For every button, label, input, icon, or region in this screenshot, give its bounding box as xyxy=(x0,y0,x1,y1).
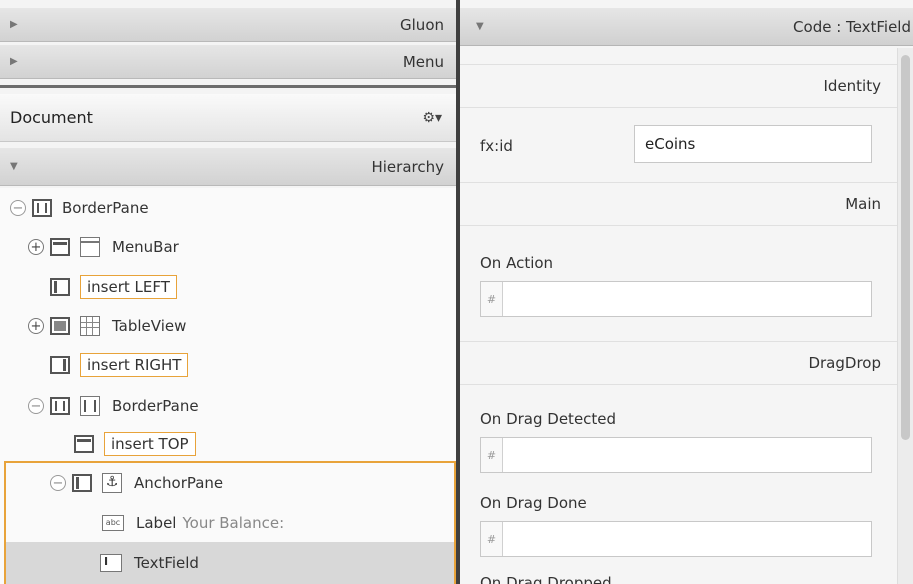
tree-row-textfield[interactable]: I TextField xyxy=(0,544,456,582)
document-title: Document xyxy=(10,108,93,127)
tree-node-label: AnchorPane xyxy=(134,474,224,492)
tree-row-borderpane[interactable]: − BorderPane xyxy=(0,189,456,227)
tree-node-label: TextField xyxy=(134,554,199,572)
on-action-input[interactable]: # xyxy=(480,281,872,317)
tree-row-anchorpane[interactable]: − ⚓ AnchorPane xyxy=(0,464,456,502)
identity-section-title: Identity xyxy=(460,64,897,108)
expand-toggle-icon[interactable]: + xyxy=(28,318,44,334)
gear-menu-icon[interactable]: ⚙▾ xyxy=(422,110,442,126)
textfield-icon: I xyxy=(100,554,122,572)
on-drag-detected-label: On Drag Detected xyxy=(480,410,617,428)
label-text-preview: Your Balance: xyxy=(182,514,285,532)
tree-row-menubar[interactable]: + MenuBar xyxy=(0,228,456,266)
hierarchy-header-title: Hierarchy xyxy=(371,157,444,176)
insert-top-placeholder[interactable]: insert TOP xyxy=(104,432,196,456)
code-section-header[interactable]: ▼ Code : TextField xyxy=(460,8,913,46)
hash-icon: # xyxy=(481,438,503,472)
position-bottom-icon xyxy=(50,397,70,415)
collapsed-arrow-icon: ▶ xyxy=(10,56,18,67)
insert-left-placeholder[interactable]: insert LEFT xyxy=(80,275,177,299)
tree-row-label[interactable]: abc Label Your Balance: xyxy=(0,504,456,542)
anchor-icon: ⚓ xyxy=(102,473,122,493)
tree-row-insert-right[interactable]: insert RIGHT xyxy=(0,346,456,384)
main-section-title: Main xyxy=(460,182,897,226)
position-top-icon xyxy=(50,238,70,256)
tree-row-insert-left[interactable]: insert LEFT xyxy=(0,268,456,306)
expanded-arrow-icon: ▼ xyxy=(10,161,18,172)
tree-row-tableview[interactable]: + TableView xyxy=(0,307,456,345)
on-action-field[interactable] xyxy=(503,282,871,316)
panel-separator[interactable] xyxy=(0,85,456,88)
collapse-toggle-icon[interactable]: − xyxy=(10,200,26,216)
expand-toggle-icon[interactable]: + xyxy=(28,239,44,255)
tree-node-label: MenuBar xyxy=(112,238,179,256)
fxid-input[interactable]: eCoins xyxy=(634,125,872,163)
label-icon: abc xyxy=(102,515,124,531)
on-action-label: On Action xyxy=(480,254,554,272)
gluon-library-header[interactable]: ▶ Gluon xyxy=(0,8,456,42)
hash-icon: # xyxy=(481,522,503,556)
hierarchy-tree: − BorderPane + MenuBar insert LEFT + Tab… xyxy=(0,188,456,584)
insert-right-placeholder[interactable]: insert RIGHT xyxy=(80,353,189,377)
on-drag-done-input[interactable]: # xyxy=(480,521,872,557)
inspector-panel: ▼ Code : TextField Identity fx:id eCoins… xyxy=(460,0,913,584)
gluon-header-title: Gluon xyxy=(400,15,444,34)
tree-row-insert-top[interactable]: insert TOP xyxy=(0,425,456,463)
position-center-icon xyxy=(72,474,92,492)
menu-header-title: Menu xyxy=(402,52,444,71)
on-drag-dropped-label: On Drag Dropped xyxy=(480,574,612,584)
on-drag-done-label: On Drag Done xyxy=(480,494,587,512)
fxid-label: fx:id xyxy=(480,137,513,155)
borderpane-icon xyxy=(32,199,52,217)
dragdrop-section-title: DragDrop xyxy=(460,341,897,385)
collapsed-arrow-icon: ▶ xyxy=(10,19,18,30)
tree-node-label: Label xyxy=(136,514,177,532)
tree-node-label: TableView xyxy=(112,317,187,335)
document-bar: Document ⚙▾ xyxy=(0,94,456,142)
position-top-icon xyxy=(74,435,94,453)
menu-library-header[interactable]: ▶ Menu xyxy=(0,45,456,79)
tableview-icon xyxy=(80,316,100,336)
position-center-icon xyxy=(50,317,70,335)
tree-node-label: BorderPane xyxy=(62,199,149,217)
position-left-icon xyxy=(50,278,70,296)
hierarchy-header[interactable]: ▼ Hierarchy xyxy=(0,148,456,186)
left-panel: ▶ Gluon ▶ Menu Document ⚙▾ ▼ Hierarchy −… xyxy=(0,0,456,584)
on-drag-detected-field[interactable] xyxy=(503,438,871,472)
hash-icon: # xyxy=(481,282,503,316)
tree-row-borderpane-nested[interactable]: − BorderPane xyxy=(0,387,456,425)
collapse-toggle-icon[interactable]: − xyxy=(50,475,66,491)
borderpane-icon xyxy=(80,396,100,416)
expanded-arrow-icon: ▼ xyxy=(476,21,484,32)
menubar-icon xyxy=(80,237,100,257)
collapse-toggle-icon[interactable]: − xyxy=(28,398,44,414)
code-header-title: Code : TextField xyxy=(793,17,911,36)
position-right-icon xyxy=(50,356,70,374)
tree-node-label: BorderPane xyxy=(112,397,199,415)
on-drag-done-field[interactable] xyxy=(503,522,871,556)
on-drag-detected-input[interactable]: # xyxy=(480,437,872,473)
scrollbar-thumb[interactable] xyxy=(901,55,910,440)
